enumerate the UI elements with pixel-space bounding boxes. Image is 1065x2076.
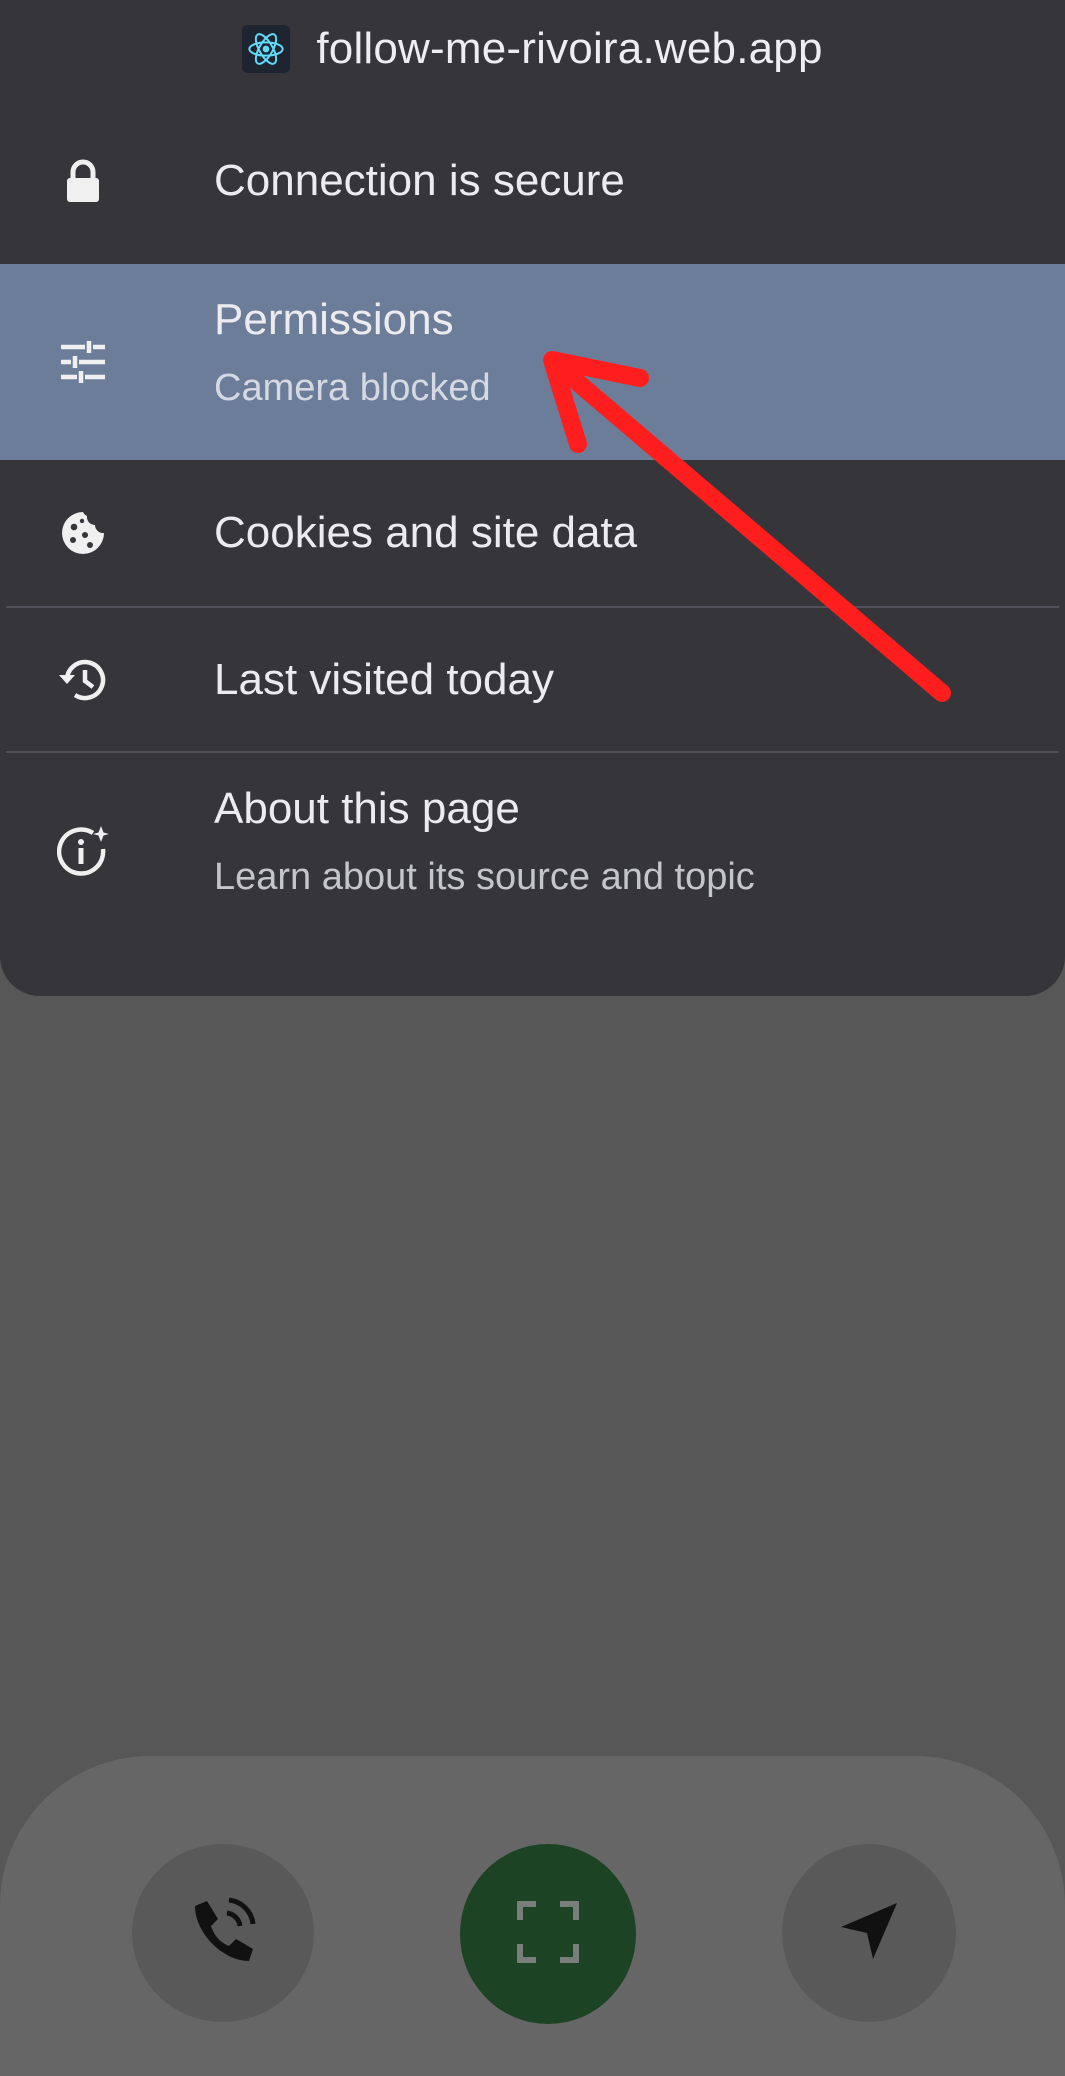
menu-item-label: Last visited today — [214, 655, 554, 704]
menu-item-subtitle: Camera blocked — [214, 367, 491, 409]
menu-item-label: About this page — [214, 784, 520, 833]
react-logo-icon — [242, 25, 291, 73]
tune-sliders-icon — [55, 334, 111, 390]
site-header: follow-me-rivoira.web.app — [0, 0, 1065, 98]
menu-item-subtitle: Learn about its source and topic — [214, 856, 755, 898]
menu-item-connection[interactable]: Connection is secure — [0, 98, 1065, 264]
lock-icon — [55, 153, 111, 209]
page-info-sheet: follow-me-rivoira.web.app Connection is … — [0, 0, 1065, 996]
navigate-button[interactable] — [782, 1844, 956, 2022]
call-button[interactable] — [132, 1844, 314, 2022]
site-domain: follow-me-rivoira.web.app — [316, 24, 823, 73]
scan-frame-icon — [516, 1900, 580, 1969]
cookie-icon — [55, 505, 111, 561]
history-icon — [55, 652, 111, 708]
scan-button[interactable] — [460, 1844, 636, 2024]
menu-item-label: Cookies and site data — [214, 508, 638, 557]
navigation-arrow-icon — [837, 1899, 901, 1968]
info-sparkle-icon — [55, 823, 111, 879]
menu-item-cookies[interactable]: Cookies and site data — [0, 460, 1065, 606]
bottom-navigation — [0, 1756, 1065, 2076]
menu-item-history[interactable]: Last visited today — [0, 608, 1065, 752]
phone-call-icon — [187, 1895, 259, 1972]
menu-item-label: Permissions — [214, 295, 454, 344]
menu-item-about[interactable]: About this page Learn about its source a… — [0, 753, 1065, 949]
menu-item-permissions[interactable]: Permissions Camera blocked — [0, 264, 1065, 460]
menu-item-label: Connection is secure — [214, 156, 625, 205]
